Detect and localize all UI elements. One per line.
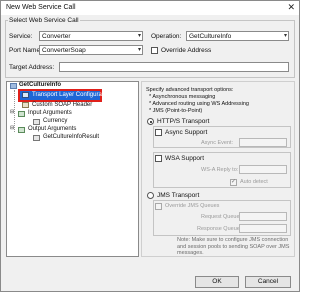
- transport-bullet: * Advanced routing using WS Addressing: [149, 101, 249, 107]
- header-icon: [22, 102, 29, 108]
- request-queue-label: Request Queue:: [201, 214, 242, 220]
- dialog-window: New Web Service Call ✕ Select Web Servic…: [0, 0, 300, 292]
- target-address-input[interactable]: [59, 62, 289, 72]
- operation-value: GetCultureInfo: [189, 33, 232, 40]
- override-address-label: Override Address: [161, 47, 212, 54]
- port-name-label: Port Name:: [9, 47, 42, 54]
- output-args-icon: [18, 127, 25, 133]
- port-name-select[interactable]: ConverterSoap ▾: [39, 45, 143, 55]
- argument-icon: [33, 119, 40, 125]
- target-address-label: Target Address:: [9, 64, 55, 71]
- cancel-button[interactable]: Cancel: [245, 276, 291, 288]
- operation-select[interactable]: GetCultureInfo ▾: [186, 31, 289, 41]
- request-queue-input[interactable]: [239, 212, 287, 221]
- service-label: Service:: [9, 33, 33, 40]
- async-event-label: Async Event:: [201, 140, 234, 146]
- ok-button[interactable]: OK: [195, 276, 239, 288]
- wsa-reply-label: WS-A Reply to:: [201, 167, 239, 173]
- async-support-label: Async Support: [165, 129, 208, 136]
- tree-item-getcultureinfo-result[interactable]: GetCultureInfoResult: [43, 134, 99, 140]
- jms-transport-label: JMS Transport: [157, 192, 200, 199]
- argument-icon: [33, 135, 40, 141]
- chevron-down-icon: ▾: [137, 47, 141, 53]
- auto-detect-label: Auto detect: [240, 179, 268, 185]
- response-queue-input[interactable]: [239, 224, 287, 233]
- wsa-support-checkbox[interactable]: [155, 155, 162, 162]
- collapse-icon[interactable]: ⊟: [10, 109, 14, 115]
- call-structure-tree: GetCultureInfo Transport Layer Configura…: [6, 81, 139, 257]
- wsa-support-label: WSA Support: [165, 155, 205, 162]
- method-icon: [10, 83, 17, 89]
- port-name-value: ConverterSoap: [42, 47, 86, 54]
- response-queue-label: Response Queue:: [197, 226, 242, 232]
- chevron-down-icon: ▾: [137, 33, 141, 39]
- http-transport-radio[interactable]: [147, 118, 154, 125]
- tree-item-transport-layer[interactable]: Transport Layer Configuration: [32, 92, 112, 98]
- transport-bullet: * Asynchronous messaging: [149, 94, 216, 100]
- service-select[interactable]: Converter ▾: [39, 31, 143, 41]
- title-bar: New Web Service Call ✕: [1, 1, 299, 15]
- tree-item-output-arguments[interactable]: Output Arguments: [28, 126, 76, 132]
- override-jms-checkbox[interactable]: [155, 203, 162, 210]
- override-jms-label: Override JMS Queues: [165, 203, 220, 209]
- operation-label: Operation:: [151, 33, 182, 40]
- input-args-icon: [18, 111, 25, 117]
- collapse-icon[interactable]: ⊟: [10, 125, 14, 131]
- window-title: New Web Service Call: [6, 4, 76, 11]
- transport-bullet: * JMS (Point-to-Point): [149, 108, 203, 114]
- tree-item-currency[interactable]: Currency: [43, 118, 67, 124]
- tree-item-custom-soap-header[interactable]: Custom SOAP Header: [32, 102, 92, 108]
- chevron-down-icon: ▾: [283, 33, 287, 39]
- async-event-input[interactable]: [239, 138, 287, 147]
- group-label: Select Web Service Call: [8, 17, 80, 24]
- auto-detect-checkbox[interactable]: [230, 178, 237, 186]
- tree-item-input-arguments[interactable]: Input Arguments: [28, 110, 72, 116]
- jms-transport-radio[interactable]: [147, 192, 154, 199]
- transport-icon: [22, 92, 29, 98]
- jms-note: Note: Make sure to configure JMS connect…: [177, 237, 290, 256]
- service-value: Converter: [42, 33, 71, 40]
- close-icon[interactable]: ✕: [287, 2, 295, 13]
- wsa-reply-input[interactable]: [239, 165, 287, 174]
- override-address-checkbox[interactable]: [151, 47, 158, 54]
- transport-heading: Specify advanced transport options:: [146, 87, 234, 93]
- http-transport-label: HTTP/S Transport: [157, 118, 210, 125]
- tree-root-node[interactable]: GetCultureInfo: [19, 82, 61, 88]
- async-support-checkbox[interactable]: [155, 129, 162, 136]
